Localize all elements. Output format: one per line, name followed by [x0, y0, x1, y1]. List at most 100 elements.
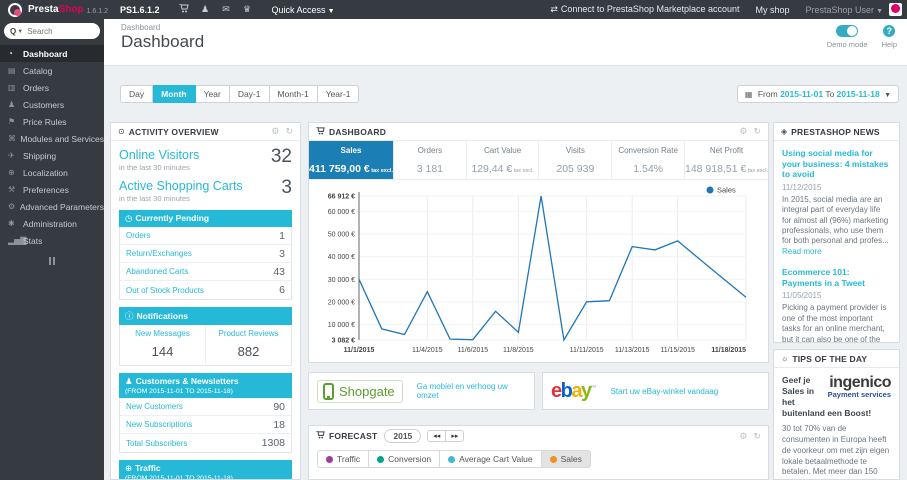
- sidebar-item-administration[interactable]: ✱ Administration: [0, 215, 104, 232]
- help-button[interactable]: ? Help: [882, 25, 897, 49]
- customers-row-total-subscribers[interactable]: Total Subscribers 1308: [120, 434, 291, 452]
- sidebar-search[interactable]: Q ▼: [4, 23, 100, 39]
- pending-row-return-exchanges[interactable]: Return/Exchanges 3: [120, 245, 291, 263]
- avatar[interactable]: [889, 3, 902, 16]
- kpi-value: 3 181: [416, 163, 443, 175]
- active-carts-sub: in the last 30 minutes: [119, 194, 190, 203]
- forecast-legend: Traffic Conversion Average Cart Value Sales: [317, 450, 768, 468]
- demo-mode-label: Demo mode: [826, 40, 868, 49]
- pending-row-abandoned-carts[interactable]: Abandoned Carts 43: [120, 263, 291, 281]
- sidebar-item-price-rules[interactable]: ⚑ Price Rules: [0, 113, 104, 130]
- customers-value: 1308: [261, 437, 285, 449]
- forecast-legend-traffic[interactable]: Traffic: [317, 450, 370, 468]
- range-button-year-1[interactable]: Year-1: [317, 85, 360, 103]
- refresh-icon[interactable]: ↻: [753, 431, 761, 442]
- customers-row-new-customers[interactable]: New Customers 90: [120, 398, 291, 416]
- notification-new-messages[interactable]: New Messages 144: [120, 325, 205, 365]
- refresh-icon[interactable]: ↻: [753, 126, 761, 137]
- sidebar-item-catalog[interactable]: ▤ Catalog: [0, 62, 104, 79]
- svg-text:50 000 €: 50 000 €: [328, 232, 355, 239]
- person-icon[interactable]: ♟: [195, 4, 216, 15]
- notification-product-reviews[interactable]: Product Reviews 882: [205, 325, 291, 365]
- svg-text:3 082 €: 3 082 €: [332, 338, 355, 345]
- forecast-legend-conversion[interactable]: Conversion: [369, 450, 441, 468]
- gear-icon[interactable]: ⚙: [739, 126, 747, 137]
- user-menu[interactable]: PrestaShop User ▼: [806, 5, 883, 15]
- active-carts-label[interactable]: Active Shopping Carts: [119, 179, 292, 193]
- search-input[interactable]: [27, 26, 88, 36]
- svg-text:11/1/2015: 11/1/2015: [344, 347, 375, 354]
- demo-mode-toggle[interactable]: Demo mode: [827, 25, 868, 49]
- customers-label: Total Subscribers: [126, 438, 188, 448]
- trophy-icon[interactable]: ♛: [237, 4, 258, 15]
- forecast-legend-sales[interactable]: Sales: [541, 450, 591, 468]
- online-visitors-stat: Online Visitors in the last 30 minutes 3…: [119, 146, 292, 172]
- kpi-tile-net-profit[interactable]: Net Profit 148 918,51 € tax excl.: [685, 141, 768, 179]
- chevron-down-icon[interactable]: ▼: [17, 29, 23, 35]
- pending-row-orders[interactable]: Orders 1: [120, 227, 291, 245]
- svg-text:20 000 €: 20 000 €: [328, 299, 355, 306]
- range-button-month[interactable]: Month: [153, 85, 196, 103]
- svg-text:30 000 €: 30 000 €: [328, 277, 355, 284]
- ebay-link[interactable]: Start uw eBay-winkel vandaag: [611, 387, 719, 396]
- kpi-tile-visits[interactable]: Visits 205 939: [539, 141, 613, 179]
- gear-icon[interactable]: ⚙: [739, 431, 747, 442]
- customers-row-new-subscriptions[interactable]: New Subscriptions 18: [120, 416, 291, 434]
- sidebar-item-dashboard[interactable]: ◔ Dashboard: [0, 45, 104, 62]
- range-button-day-1[interactable]: Day-1: [229, 85, 270, 103]
- kpi-tile-conversion-rate[interactable]: Conversion Rate 1.54%: [612, 141, 685, 179]
- forecast-legend-average-cart-value[interactable]: Average Cart Value: [440, 450, 542, 468]
- sidebar-item-orders[interactable]: ▥ Orders: [0, 79, 104, 96]
- kpi-value: 129,44 € tax excl.: [471, 163, 534, 175]
- sidebar-item-label: Orders: [23, 82, 49, 93]
- sidebar-item-modules-and-services[interactable]: ⌘ Modules and Services: [0, 130, 104, 147]
- refresh-icon[interactable]: ↻: [285, 126, 293, 137]
- sidebar-item-advanced-parameters[interactable]: ⚙ Advanced Parameters: [0, 198, 104, 215]
- search-icon: Q: [10, 26, 17, 36]
- marketplace-connect-link[interactable]: ⇄ Connect to PrestaShop Marketplace accou…: [550, 4, 739, 15]
- range-button-day[interactable]: Day: [120, 85, 154, 103]
- sidebar-item-localization[interactable]: ⊕ Localization: [0, 164, 104, 181]
- online-visitors-label[interactable]: Online Visitors: [119, 148, 292, 162]
- kpi-tile-sales[interactable]: Sales 411 759,00 € tax excl.: [309, 141, 394, 179]
- shipping-icon: ✈: [8, 151, 15, 160]
- kpi-tile-cart-value[interactable]: Cart Value 129,44 € tax excl.: [467, 141, 540, 179]
- envelope-icon[interactable]: ✉: [216, 4, 237, 15]
- sidebar-item-stats[interactable]: ▂▅▇ Stats: [0, 232, 104, 249]
- pending-label: Orders: [126, 231, 151, 240]
- quick-access-menu[interactable]: Quick Access ▼: [272, 5, 335, 15]
- notification-value: 144: [151, 344, 174, 359]
- range-button-group: Day Month Year Day-1 Month-1 Year-1: [120, 85, 360, 103]
- forecast-prev-button[interactable]: ◂◂: [427, 430, 447, 442]
- read-more-link[interactable]: Read more: [782, 247, 822, 256]
- orders-icon: ▥: [8, 83, 16, 92]
- sidebar-item-shipping[interactable]: ✈ Shipping: [0, 147, 104, 164]
- shopgate-link[interactable]: Ga mobiel en verhoog uw omzet: [417, 382, 526, 400]
- online-visitors-sub: in the last 30 minutes: [119, 163, 190, 172]
- help-icon[interactable]: ?: [883, 25, 896, 37]
- sidebar-item-label: Stats: [23, 235, 43, 246]
- news-article-title[interactable]: Ecommerce 101: Payments in a Tweet: [782, 267, 891, 288]
- advanced-parameters-icon: ⚙: [8, 202, 16, 211]
- toggle-on-icon[interactable]: [836, 25, 859, 37]
- date-range-button[interactable]: ▦ From 2015-11-01 To 2015-11-18 ▼: [736, 85, 899, 103]
- activity-overview-panel: ⊙ ACTIVITY OVERVIEW ⚙ ↻ Online Visitors i…: [110, 122, 301, 480]
- traffic-date-range: (FROM 2015-11-01 TO 2015-11-18): [125, 475, 233, 480]
- kpi-tile-orders[interactable]: Orders 3 181: [394, 141, 467, 179]
- news-article-title[interactable]: Using social media for your business: 4 …: [782, 148, 891, 180]
- info-icon: ⓘ: [125, 311, 134, 321]
- notification-label: Product Reviews: [218, 329, 279, 338]
- sidebar-collapse-icon[interactable]: [0, 257, 104, 265]
- svg-text:66 912 €: 66 912 €: [328, 194, 355, 201]
- my-shop-link[interactable]: My shop: [756, 5, 790, 15]
- gear-icon[interactable]: ⚙: [271, 126, 279, 137]
- sidebar-item-customers[interactable]: ♟ Customers: [0, 96, 104, 113]
- range-button-month-1[interactable]: Month-1: [269, 85, 318, 103]
- forecast-year: 2015: [384, 429, 422, 443]
- range-button-year[interactable]: Year: [195, 85, 230, 103]
- cart-icon[interactable]: [174, 3, 195, 15]
- sidebar-item-preferences[interactable]: ⚒ Preferences: [0, 181, 104, 198]
- kpi-label: Sales: [340, 146, 362, 155]
- forecast-next-button[interactable]: ▸▸: [446, 430, 465, 442]
- pending-row-out-of-stock-products[interactable]: Out of Stock Products 6: [120, 281, 291, 299]
